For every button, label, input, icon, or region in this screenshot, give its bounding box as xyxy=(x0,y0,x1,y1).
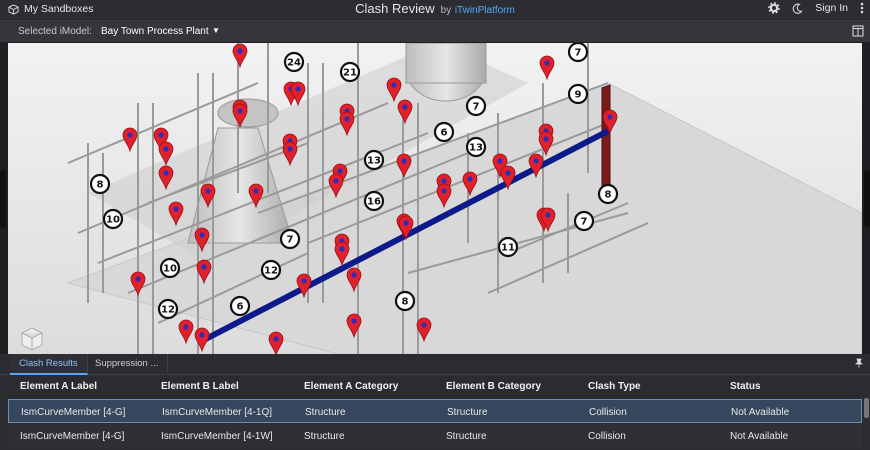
cell-category-a: Structure xyxy=(304,431,345,442)
cell-element-b: IsmCurveMember [4-1Q] xyxy=(162,407,273,418)
clash-count-badge[interactable]: 7 xyxy=(573,210,595,232)
table-header: Element A Label Element B Label Element … xyxy=(8,375,862,397)
svg-text:9: 9 xyxy=(575,90,582,101)
clash-count-badge[interactable]: 16 xyxy=(363,190,385,212)
brand-link[interactable]: iTwinPlatform xyxy=(455,5,515,16)
svg-text:16: 16 xyxy=(367,197,381,208)
table-row[interactable]: IsmCurveMember [4-G] IsmCurveMember [4-1… xyxy=(8,424,862,448)
model-viewport[interactable]: 24 21 7 9 7 6 13 8 13 16 7 8 10 7 11 10 12 12 6 8 xyxy=(8,43,862,354)
svg-text:8: 8 xyxy=(97,180,104,191)
tab-clash-results[interactable]: Clash Results xyxy=(10,354,88,375)
svg-text:7: 7 xyxy=(581,217,588,228)
panel-layout-icon[interactable] xyxy=(852,25,864,37)
clash-count-badge[interactable]: 13 xyxy=(465,136,487,158)
svg-text:7: 7 xyxy=(473,102,480,113)
gear-icon[interactable] xyxy=(768,2,781,14)
column-header[interactable]: Clash Type xyxy=(588,381,641,392)
cell-element-a: IsmCurveMember [4-G] xyxy=(20,431,125,442)
clash-count-badge[interactable]: 7 xyxy=(279,228,301,250)
column-header[interactable]: Element A Category xyxy=(304,381,398,392)
more-vertical-icon[interactable] xyxy=(860,2,864,14)
svg-text:8: 8 xyxy=(402,297,409,308)
svg-text:13: 13 xyxy=(367,156,381,167)
header-actions: Sign In xyxy=(768,2,864,14)
column-header[interactable]: Status xyxy=(730,381,761,392)
clash-count-badge[interactable]: 13 xyxy=(363,149,385,171)
right-panel-grip[interactable] xyxy=(864,170,870,228)
page-title: Clash Review xyxy=(355,1,435,16)
clash-count-badge[interactable]: 6 xyxy=(433,121,455,143)
column-header[interactable]: Element A Label xyxy=(20,381,97,392)
cell-status: Not Available xyxy=(730,431,789,442)
clash-count-badge[interactable]: 12 xyxy=(260,259,282,281)
svg-text:6: 6 xyxy=(237,302,244,313)
svg-text:10: 10 xyxy=(106,215,120,226)
sign-in-button[interactable]: Sign In xyxy=(815,2,848,14)
table-row[interactable]: IsmCurveMember [4-G] IsmCurveMember [4-1… xyxy=(8,399,862,423)
svg-text:24: 24 xyxy=(287,58,301,69)
svg-text:13: 13 xyxy=(469,143,483,154)
clash-count-badge[interactable]: 10 xyxy=(102,208,124,230)
svg-text:11: 11 xyxy=(501,243,515,254)
svg-text:7: 7 xyxy=(287,235,294,246)
clash-count-badge[interactable]: 7 xyxy=(465,95,487,117)
imodel-label: Selected iModel: xyxy=(18,26,92,37)
clash-count-badge[interactable]: 6 xyxy=(229,295,251,317)
clash-count-badge[interactable]: 9 xyxy=(567,83,589,105)
chevron-down-icon[interactable]: ▼ xyxy=(212,26,220,35)
pin-icon[interactable] xyxy=(854,358,864,368)
column-header[interactable]: Element B Label xyxy=(161,381,239,392)
cell-element-a: IsmCurveMember [4-G] xyxy=(21,407,126,418)
app-title-area: Clash Review by iTwinPlatform xyxy=(0,1,870,16)
svg-text:10: 10 xyxy=(163,264,177,275)
cell-category-b: Structure xyxy=(446,431,487,442)
cell-clash-type: Collision xyxy=(588,431,626,442)
results-tabs: Clash Results Suppression ... xyxy=(0,354,870,375)
cell-category-b: Structure xyxy=(447,407,488,418)
left-panel-grip[interactable] xyxy=(0,170,6,228)
svg-text:8: 8 xyxy=(605,190,612,201)
clash-count-badge[interactable]: 8 xyxy=(394,290,416,312)
table-scrollbar[interactable] xyxy=(864,398,869,418)
svg-text:12: 12 xyxy=(161,305,175,316)
tab-suppression[interactable]: Suppression ... xyxy=(86,354,169,373)
svg-text:21: 21 xyxy=(343,68,357,79)
clash-count-badge[interactable]: 11 xyxy=(497,236,519,258)
cell-element-b: IsmCurveMember [4-1W] xyxy=(161,431,273,442)
nav-cube-icon[interactable] xyxy=(21,327,43,351)
cell-clash-type: Collision xyxy=(589,407,627,418)
imodel-bar: Selected iModel: Bay Town Process Plant … xyxy=(0,21,870,42)
clash-count-badge[interactable]: 8 xyxy=(597,183,619,205)
clash-count-badge[interactable]: 7 xyxy=(567,43,589,63)
clash-count-badge[interactable]: 8 xyxy=(89,173,111,195)
svg-text:7: 7 xyxy=(575,48,582,59)
plant-model-scene[interactable]: 24 21 7 9 7 6 13 8 13 16 7 8 10 7 11 10 12 12 6 8 xyxy=(8,43,862,354)
imodel-select[interactable]: Bay Town Process Plant xyxy=(101,26,209,37)
svg-text:12: 12 xyxy=(264,266,278,277)
cell-status: Not Available xyxy=(731,407,790,418)
cell-category-a: Structure xyxy=(305,407,346,418)
clash-count-badge[interactable]: 21 xyxy=(339,61,361,83)
moon-icon[interactable] xyxy=(792,3,804,14)
clash-count-badge[interactable]: 10 xyxy=(159,257,181,279)
results-panel: Clash Results Suppression ... Element A … xyxy=(0,354,870,450)
clash-count-badge[interactable]: 24 xyxy=(283,51,305,73)
top-bar: My Sandboxes Clash Review by iTwinPlatfor… xyxy=(0,0,870,21)
clash-count-badge[interactable]: 12 xyxy=(157,298,179,320)
by-text: by xyxy=(440,5,452,16)
svg-text:6: 6 xyxy=(441,128,448,139)
column-header[interactable]: Element B Category xyxy=(446,381,541,392)
